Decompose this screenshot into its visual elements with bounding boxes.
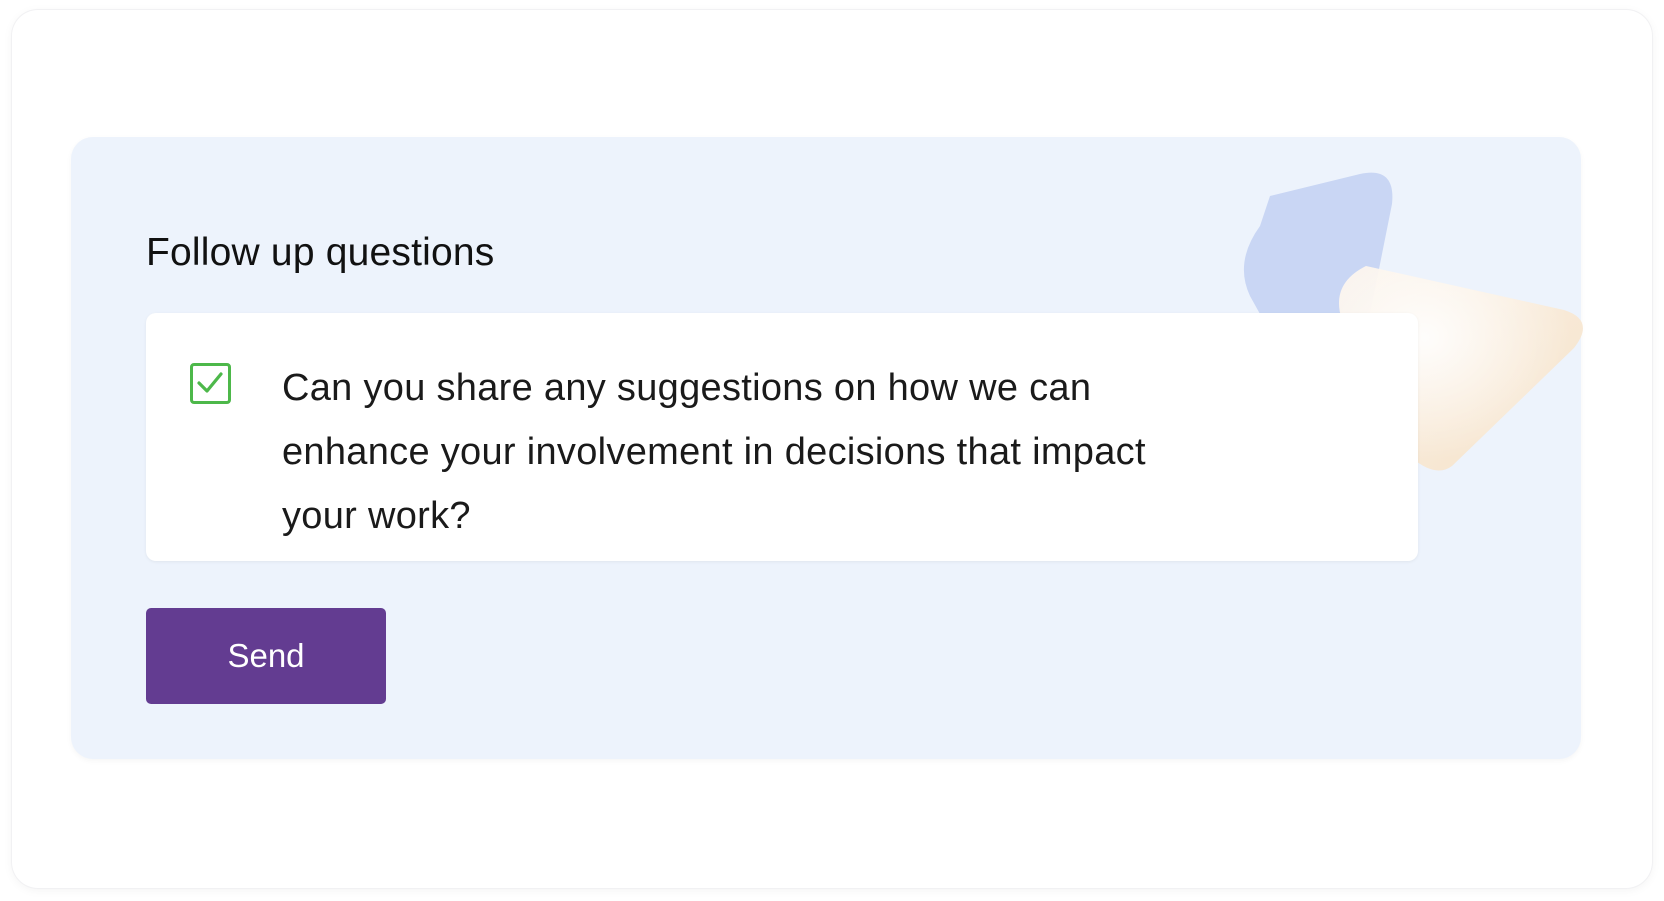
page-title: Follow up questions [146, 231, 495, 274]
question-checkbox[interactable] [190, 363, 231, 404]
check-icon [197, 372, 223, 393]
send-button[interactable]: Send [146, 608, 386, 704]
question-text: Can you share any suggestions on how we … [282, 367, 1146, 537]
